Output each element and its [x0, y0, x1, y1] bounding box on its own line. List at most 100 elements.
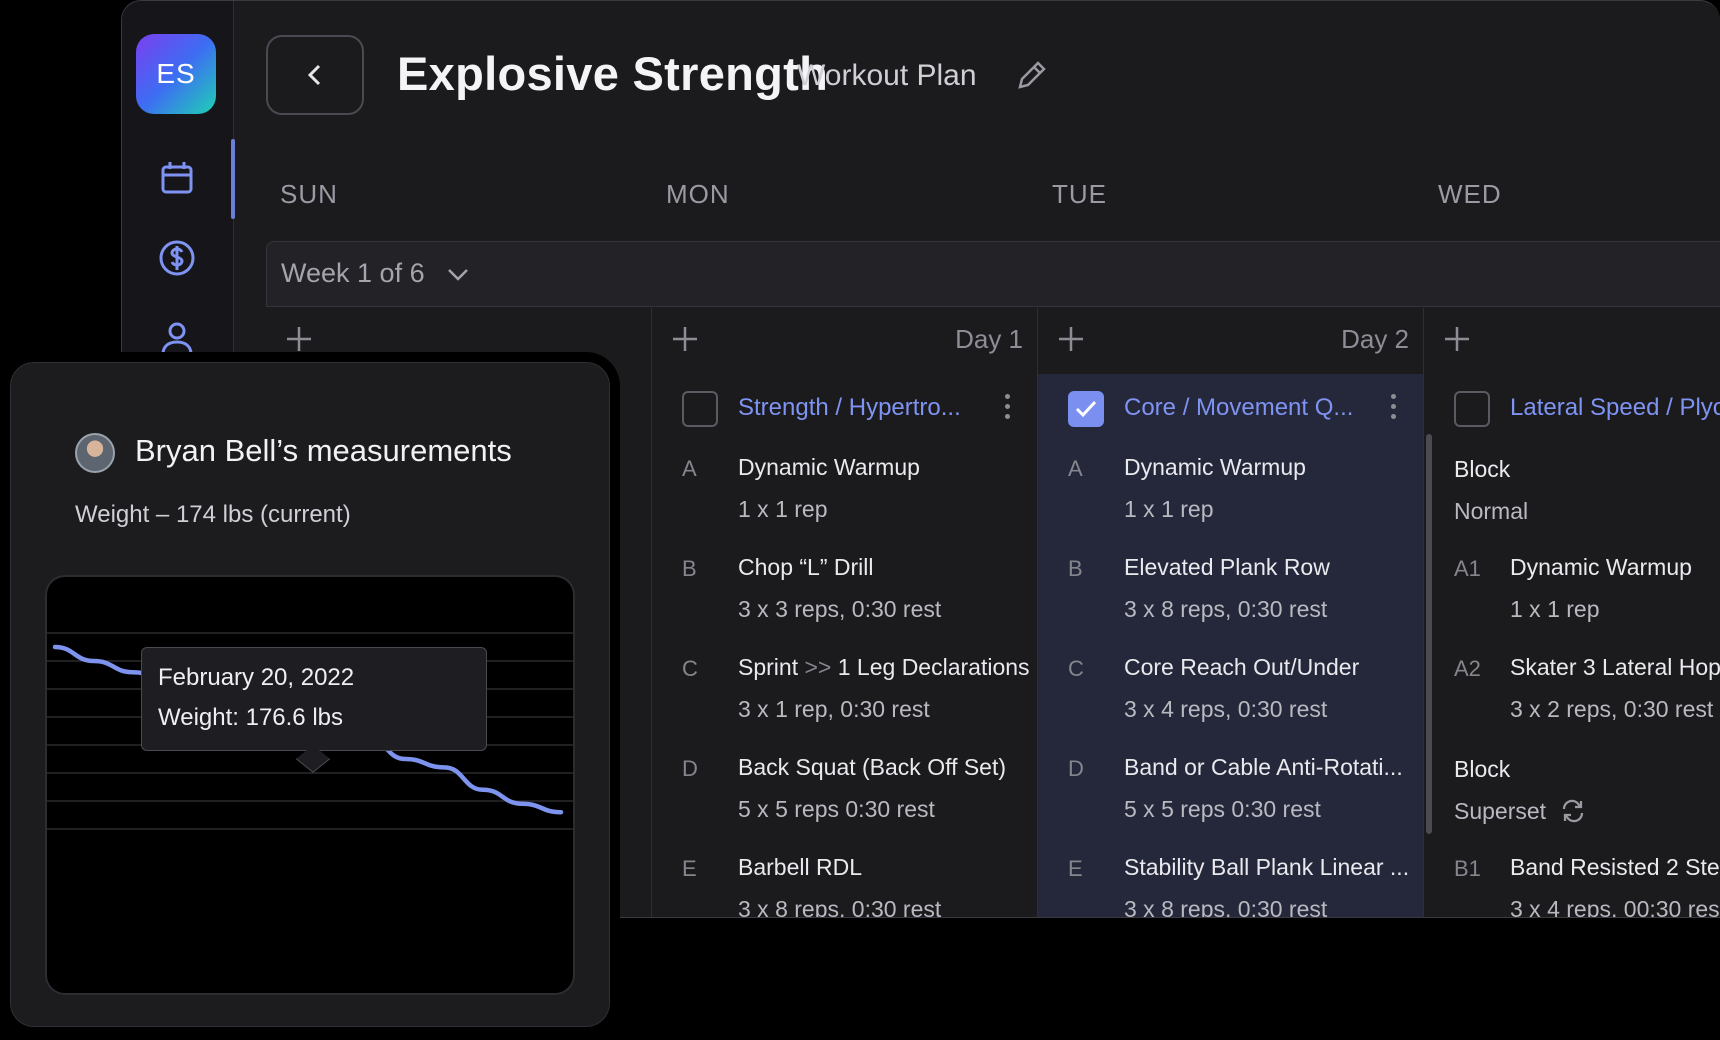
day-header-sun: SUN — [280, 179, 338, 209]
week-selector[interactable]: Week 1 of 6 — [266, 241, 1720, 307]
page-title: Explosive Strength — [397, 47, 829, 100]
exercise-row[interactable]: B Elevated Plank Row 3 x 8 reps, 0:30 re… — [1038, 540, 1423, 632]
exercise-name: Dynamic Warmup — [1510, 554, 1692, 580]
exercise-detail: 1 x 1 rep — [1124, 496, 1214, 522]
exercise-row[interactable]: E Barbell RDL 3 x 8 reps, 0:30 rest — [652, 840, 1037, 918]
workout-header: Core / Movement Q... — [1038, 374, 1423, 440]
add-workout-button[interactable] — [1442, 324, 1472, 354]
plus-icon — [287, 327, 311, 351]
day-column-tue: Day 2 Core / Movement Q... A Dynamic War… — [1038, 308, 1424, 918]
workout-checkbox[interactable] — [1454, 391, 1490, 427]
pencil-icon[interactable] — [1012, 55, 1052, 95]
exercise-row[interactable]: D Back Squat (Back Off Set) 5 x 5 reps 0… — [652, 740, 1037, 832]
exercise-row[interactable]: B Chop “L” Drill 3 x 3 reps, 0:30 rest — [652, 540, 1037, 632]
exercise-row[interactable]: E Stability Ball Plank Linear ... 3 x 8 … — [1038, 840, 1423, 918]
block-type: Superset — [1454, 798, 1586, 825]
exercise-letter: A — [682, 456, 697, 481]
calendar-icon[interactable] — [156, 157, 198, 199]
workout-card[interactable]: Lateral Speed / Plyo Block Normal A1 Dyn… — [1424, 374, 1720, 917]
workout-title[interactable]: Lateral Speed / Plyo — [1510, 394, 1720, 422]
workout-title[interactable]: Strength / Hypertro... — [738, 394, 961, 422]
exercise-row[interactable]: A2 Skater 3 Lateral Hop 3 x 2 reps, 0:30… — [1424, 640, 1720, 732]
tooltip-value: Weight: 176.6 lbs — [158, 704, 344, 731]
block-type-label: Superset — [1454, 798, 1547, 824]
more-options-icon[interactable] — [1003, 394, 1011, 424]
tooltip-date: February 20, 2022 — [158, 664, 355, 691]
back-button[interactable] — [266, 35, 364, 115]
exercise-detail: 3 x 8 reps, 0:30 rest — [1124, 596, 1328, 622]
exercise-letter: D — [1068, 756, 1084, 781]
exercise-name: Back Squat (Back Off Set) — [738, 754, 1007, 780]
scrollbar[interactable] — [1426, 434, 1432, 834]
exercise-detail: 3 x 4 reps, 0:30 rest — [1124, 696, 1328, 722]
weight-chart-svg — [47, 632, 573, 830]
workout-card[interactable]: Core / Movement Q... A Dynamic Warmup 1 … — [1038, 374, 1423, 918]
exercise-letter: A1 — [1454, 556, 1481, 581]
exercise-row[interactable]: A1 Dynamic Warmup 1 x 1 rep — [1424, 540, 1720, 632]
repeat-icon — [1563, 799, 1584, 823]
plus-icon — [673, 327, 697, 351]
exercise-name: Elevated Plank Row — [1124, 554, 1330, 580]
exercise-row[interactable]: A Dynamic Warmup 1 x 1 rep — [1038, 440, 1423, 532]
exercise-detail: 1 x 1 rep — [738, 496, 828, 522]
day-header-tue: TUE — [1052, 179, 1107, 209]
exercise-detail: 3 x 1 rep, 0:30 rest — [738, 696, 930, 722]
exercise-name: Sprint >> 1 Leg Declarations — [738, 654, 1030, 681]
workout-card[interactable]: Strength / Hypertro... A Dynamic Warmup … — [652, 374, 1037, 918]
app-logo[interactable]: ES — [136, 34, 216, 114]
avatar — [75, 433, 115, 473]
workout-checkbox[interactable] — [682, 391, 718, 427]
add-workout-button[interactable] — [284, 324, 314, 354]
exercise-name: Barbell RDL — [738, 854, 862, 880]
workout-header: Strength / Hypertro... — [652, 374, 1037, 440]
block-name: Block — [1454, 456, 1511, 482]
workout-header: Lateral Speed / Plyo — [1424, 374, 1720, 440]
add-workout-button[interactable] — [670, 324, 700, 354]
day-column-mon: Day 1 Strength / Hypertro... A Dynamic W… — [652, 308, 1038, 918]
day-column-wed: Lateral Speed / Plyo Block Normal A1 Dyn… — [1424, 308, 1720, 917]
exercise-letter: A — [1068, 456, 1083, 481]
exercise-name: Chop “L” Drill — [738, 554, 874, 580]
exercise-name: Dynamic Warmup — [1124, 454, 1306, 480]
day-number: Day 2 — [1341, 324, 1409, 354]
exercise-row[interactable]: C Core Reach Out/Under 3 x 4 reps, 0:30 … — [1038, 640, 1423, 732]
plus-icon — [1059, 327, 1083, 351]
user-icon[interactable] — [156, 317, 198, 359]
rail-active-indicator — [231, 139, 235, 219]
exercise-name: Skater 3 Lateral Hop — [1510, 654, 1720, 680]
chevron-down-icon — [448, 269, 468, 281]
exercise-letter: D — [682, 756, 698, 781]
dollar-icon[interactable] — [156, 237, 198, 279]
exercise-name: Band or Cable Anti-Rotati... — [1124, 754, 1403, 780]
exercise-letter: E — [682, 856, 697, 881]
exercise-row[interactable]: A Dynamic Warmup 1 x 1 rep — [652, 440, 1037, 532]
exercise-detail: 3 x 3 reps, 0:30 rest — [738, 596, 942, 622]
exercise-name: Core Reach Out/Under — [1124, 654, 1360, 680]
exercise-detail: 3 x 8 reps, 0:30 rest — [738, 896, 942, 918]
add-workout-button[interactable] — [1056, 324, 1086, 354]
measurements-subtitle: Weight – 174 lbs (current) — [75, 501, 351, 528]
exercise-letter: C — [1068, 656, 1084, 681]
exercise-row[interactable]: C Sprint >> 1 Leg Declarations 3 x 1 rep… — [652, 640, 1037, 732]
workout-checkbox[interactable] — [1068, 391, 1104, 427]
exercise-row[interactable]: B1 Band Resisted 2 Step 3 x 4 reps, 00:3… — [1424, 840, 1720, 917]
exercise-name-part: 1 Leg Declarations — [837, 654, 1030, 680]
exercise-detail: 5 x 5 reps 0:30 rest — [1124, 796, 1321, 822]
exercise-letter: B — [1068, 556, 1083, 581]
exercise-detail: 3 x 2 reps, 0:30 rest — [1510, 696, 1714, 722]
exercise-detail: 3 x 8 reps, 0:30 rest — [1124, 896, 1328, 918]
page-subtitle: Workout Plan — [797, 59, 977, 92]
measurements-card: Bryan Bell’s measurements Weight – 174 l… — [10, 362, 610, 1027]
day-header-mon: MON — [666, 179, 730, 209]
workout-title[interactable]: Core / Movement Q... — [1124, 394, 1353, 422]
exercise-letter: B — [682, 556, 697, 581]
exercise-letter: B1 — [1454, 856, 1481, 881]
exercise-name: Band Resisted 2 Step — [1510, 854, 1720, 880]
more-options-icon[interactable] — [1389, 394, 1397, 424]
superset-arrow: >> — [804, 654, 832, 680]
chevron-left-icon — [307, 64, 321, 86]
measurements-title: Bryan Bell’s measurements — [135, 433, 512, 468]
exercise-letter: E — [1068, 856, 1083, 881]
weight-chart[interactable]: February 20, 2022 Weight: 176.6 lbs — [45, 575, 575, 995]
exercise-row[interactable]: D Band or Cable Anti-Rotati... 5 x 5 rep… — [1038, 740, 1423, 832]
